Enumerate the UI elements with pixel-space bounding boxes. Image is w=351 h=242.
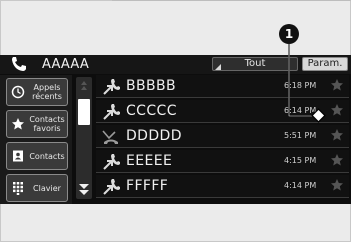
callout-leader <box>288 44 326 123</box>
